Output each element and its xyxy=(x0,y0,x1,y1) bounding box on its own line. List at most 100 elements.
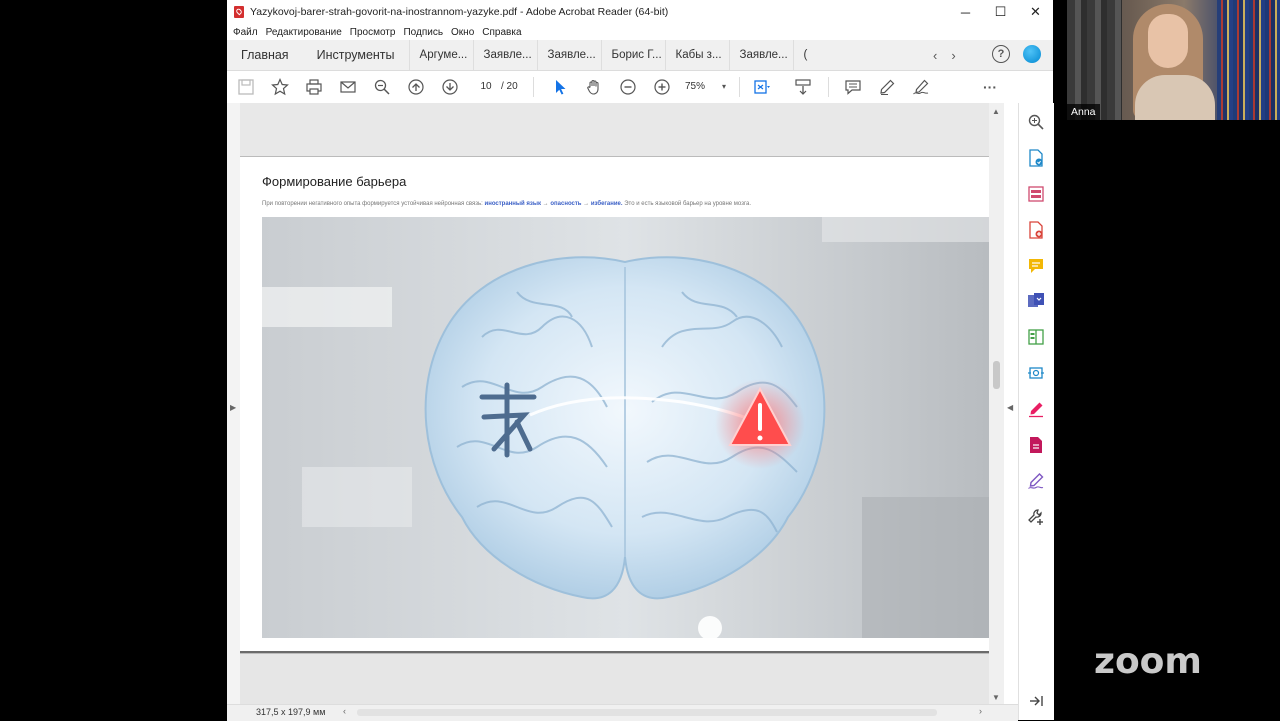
organize-pages-icon[interactable] xyxy=(1027,185,1045,203)
menu-edit[interactable]: Редактирование xyxy=(266,27,342,38)
search-icon[interactable] xyxy=(1027,113,1045,131)
tools-side-panel xyxy=(1018,103,1054,720)
participant-video[interactable]: Anna xyxy=(1067,0,1280,120)
combine-files-icon[interactable] xyxy=(1027,292,1045,310)
subtitle-arrow: → xyxy=(541,201,551,207)
video-background-bookshelf xyxy=(1217,0,1280,120)
scrollbar-thumb[interactable] xyxy=(993,361,1000,389)
request-signature-icon[interactable] xyxy=(1027,472,1045,490)
vertical-scrollbar[interactable]: ▲ ▼ xyxy=(989,103,1004,704)
sign-icon[interactable] xyxy=(911,77,931,97)
menu-window[interactable]: Окно xyxy=(451,27,474,38)
menu-sign[interactable]: Подпись xyxy=(403,27,443,38)
save-icon[interactable] xyxy=(236,77,256,97)
tab-document[interactable]: ( xyxy=(792,40,813,70)
maximize-button[interactable]: ☐ xyxy=(983,0,1018,24)
collapse-left-icon: ◀ xyxy=(1007,403,1014,412)
zoom-logo: zoom xyxy=(1094,641,1202,682)
tab-tools[interactable]: Инструменты xyxy=(303,40,409,70)
zoom-search-icon[interactable] xyxy=(372,77,392,97)
tab-document[interactable]: Аргуме... xyxy=(408,40,473,70)
document-area: ▶ Формирование барьера При повторении не… xyxy=(227,103,1018,705)
fill-sign-icon[interactable] xyxy=(1027,400,1045,418)
scroll-up-icon[interactable]: ▲ xyxy=(992,107,1000,116)
participant-face xyxy=(1148,14,1188,68)
subtitle-highlight: избегание. xyxy=(590,201,623,207)
scroll-down-icon[interactable]: ▼ xyxy=(992,693,1000,702)
close-button[interactable]: ✕ xyxy=(1018,0,1053,24)
tab-document[interactable]: Заявле... xyxy=(472,40,537,70)
slide-subtitle: При повторении негативного опыта формиру… xyxy=(262,201,751,207)
chevron-left-icon[interactable]: ‹ xyxy=(933,48,937,63)
edit-pdf-icon[interactable] xyxy=(1027,436,1045,454)
page-number-input[interactable]: 10 xyxy=(474,79,498,95)
next-page xyxy=(240,653,989,705)
zoom-select[interactable]: 75% ▾ xyxy=(685,79,727,95)
fit-page-icon[interactable] xyxy=(752,77,772,97)
highlight-pen-icon[interactable] xyxy=(877,77,897,97)
help-icon[interactable]: ? xyxy=(992,45,1010,63)
select-cursor-icon[interactable] xyxy=(550,77,570,97)
zoom-out-icon[interactable] xyxy=(618,77,638,97)
right-pane-toggle[interactable]: ◀ xyxy=(1004,103,1018,704)
subtitle-text: При повторении негативного опыта формиру… xyxy=(262,201,483,207)
subtitle-arrow: → xyxy=(581,201,591,207)
comment-icon[interactable] xyxy=(843,77,863,97)
participant-body xyxy=(1135,75,1215,120)
collapse-panel-icon[interactable] xyxy=(1027,692,1045,710)
account-icon[interactable] xyxy=(1023,45,1041,63)
expand-right-icon: ▶ xyxy=(230,403,237,412)
more-tools-wrench-icon[interactable] xyxy=(1027,508,1045,526)
toolbar: 10 / 20 75% ▾ ··· xyxy=(227,71,1053,104)
slide-title: Формирование барьера xyxy=(262,174,407,189)
acrobat-pdf-icon xyxy=(234,6,244,18)
create-pdf-icon[interactable] xyxy=(1027,221,1045,239)
star-icon[interactable] xyxy=(270,77,290,97)
more-tools-icon[interactable]: ··· xyxy=(980,77,1000,97)
subtitle-highlight: опасность xyxy=(550,201,582,207)
status-bar: 317,5 x 197,9 мм ‹ › xyxy=(227,704,1018,721)
pdf-page: Формирование барьера При повторении нега… xyxy=(240,157,989,651)
scan-ocr-icon[interactable] xyxy=(1027,364,1045,382)
tab-scroll-arrows: ‹ › xyxy=(933,40,956,70)
menu-view[interactable]: Просмотр xyxy=(350,27,396,38)
tab-document[interactable]: Борис Г... xyxy=(600,40,665,70)
menu-help[interactable]: Справка xyxy=(482,27,521,38)
print-icon[interactable] xyxy=(304,77,324,97)
brain-illustration xyxy=(262,217,989,638)
acrobat-window: Yazykovoj-barer-strah-govorit-na-inostra… xyxy=(227,0,1054,721)
scroll-right-icon[interactable]: › xyxy=(979,706,982,716)
left-pane-toggle[interactable]: ▶ xyxy=(227,103,240,704)
horizontal-scrollbar-thumb[interactable] xyxy=(357,709,937,716)
tab-document[interactable]: Заявле... xyxy=(728,40,793,70)
zoom-value: 75% xyxy=(685,81,706,92)
scroll-mode-icon[interactable] xyxy=(793,77,813,97)
previous-page-icon[interactable] xyxy=(406,77,426,97)
email-icon[interactable] xyxy=(338,77,358,97)
subtitle-highlight: иностранный язык xyxy=(484,201,542,207)
tab-document[interactable]: Кабы з... xyxy=(664,40,729,70)
menu-file[interactable]: Файл xyxy=(233,27,258,38)
export-pdf-icon[interactable] xyxy=(1027,149,1045,167)
participant-name-label: Anna xyxy=(1067,104,1100,120)
next-page-icon[interactable] xyxy=(440,77,460,97)
chevron-down-icon: ▾ xyxy=(722,82,727,91)
window-title: Yazykovoj-barer-strah-govorit-na-inostra… xyxy=(250,6,669,18)
toolbar-divider xyxy=(533,77,534,97)
tab-document[interactable]: Заявле... xyxy=(536,40,601,70)
hand-tool-icon[interactable] xyxy=(584,77,604,97)
compress-pdf-icon[interactable] xyxy=(1027,328,1045,346)
minimize-button[interactable]: ─ xyxy=(948,0,983,24)
tab-home[interactable]: Главная xyxy=(227,40,303,70)
video-background-curtain xyxy=(1067,0,1122,120)
menu-bar: Файл Редактирование Просмотр Подпись Окн… xyxy=(227,24,1053,40)
previous-page xyxy=(240,103,989,157)
comment-tool-icon[interactable] xyxy=(1027,257,1045,275)
chevron-right-icon[interactable]: › xyxy=(951,48,955,63)
subtitle-text: Это и есть языковой барьер на уровне моз… xyxy=(622,201,752,207)
toolbar-divider xyxy=(828,77,829,97)
zoom-in-icon[interactable] xyxy=(652,77,672,97)
toolbar-divider xyxy=(739,77,740,97)
title-bar: Yazykovoj-barer-strah-govorit-na-inostra… xyxy=(227,0,1053,24)
scroll-left-icon[interactable]: ‹ xyxy=(343,706,346,716)
